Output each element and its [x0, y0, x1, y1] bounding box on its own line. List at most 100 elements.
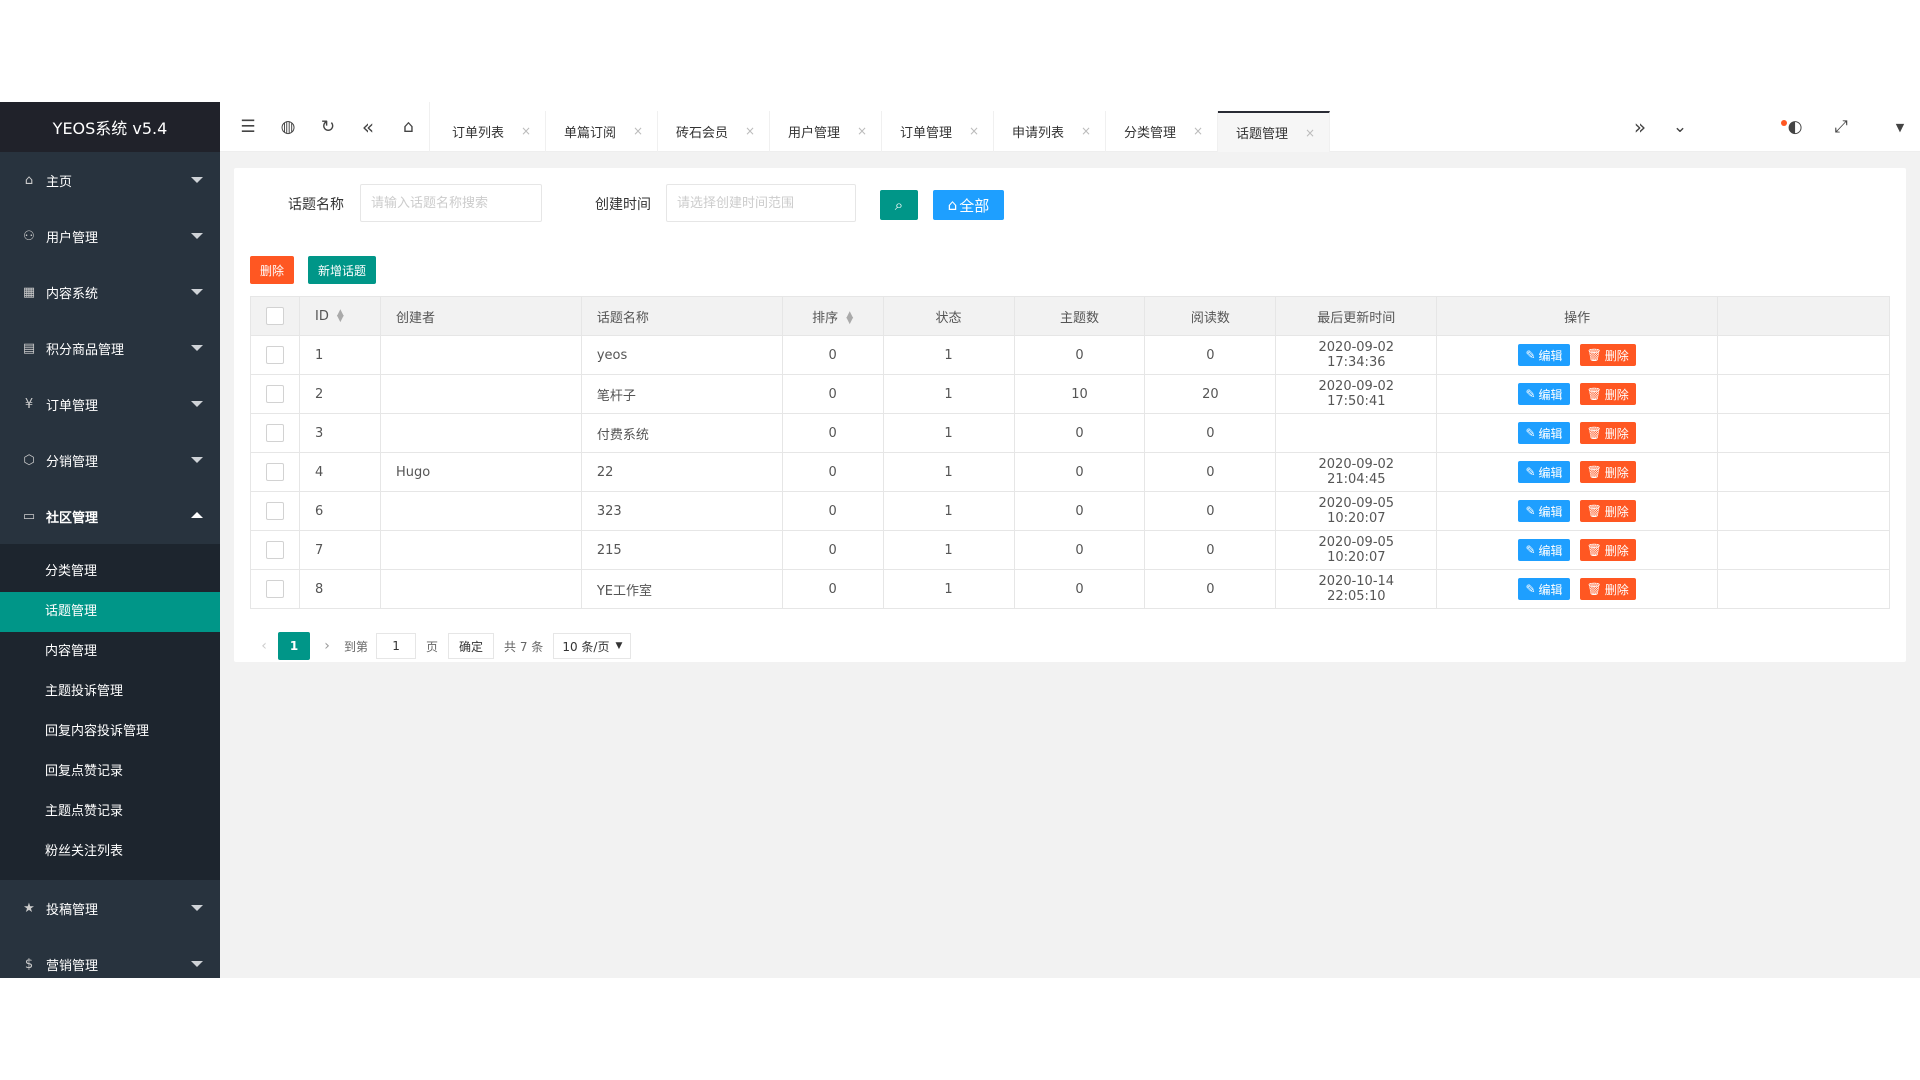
sort-icon[interactable]: ▲ ▼ [337, 309, 344, 324]
globe-icon[interactable]: ◍ [268, 102, 308, 152]
sidebar-subitem-0[interactable]: 分类管理 [0, 552, 220, 592]
goto-confirm-button[interactable]: 确定 [448, 633, 495, 659]
tab-3[interactable]: 用户管理 × [770, 111, 882, 152]
tabs-right-icon[interactable]: » [1620, 102, 1660, 152]
delete-button[interactable]: 🗑 删除 [1579, 461, 1636, 483]
close-icon[interactable]: × [521, 124, 531, 138]
search-button[interactable]: ⌕ [880, 190, 918, 220]
tabs-menu-chevron-down-icon[interactable]: ⌄ [1660, 102, 1700, 152]
table-row[interactable]: 6 323 0 1 0 0 2020-09-05 10:20:07 ✎ 编辑 🗑 删除 [250, 491, 1890, 531]
goto-label: 到第 [344, 639, 369, 654]
delete-button[interactable]: 🗑 删除 [1579, 383, 1636, 405]
edit-button[interactable]: ✎ 编辑 [1518, 578, 1570, 600]
tab-4[interactable]: 订单管理 × [882, 111, 994, 152]
row-checkbox[interactable] [266, 541, 284, 559]
edit-button[interactable]: ✎ 编辑 [1518, 344, 1570, 366]
sidebar-icon: ★ [23, 900, 35, 916]
sidebar-item-2[interactable]: ▦ 内容系统 [0, 264, 220, 320]
close-icon[interactable]: × [745, 124, 755, 138]
tab-7[interactable]: 话题管理 × [1218, 111, 1330, 152]
table-row[interactable]: 8 YE工作室 0 1 0 0 2020-10-14 22:05:10 ✎ 编辑 🗑 删除 [250, 569, 1890, 609]
edit-label: 编辑 [1538, 465, 1563, 480]
sidebar-item-6[interactable]: ▭ 社区管理 [0, 488, 220, 544]
batch-delete-button[interactable]: 删除 [250, 256, 294, 284]
close-icon[interactable]: × [633, 124, 643, 138]
table-row[interactable]: 3 付费系统 0 1 0 0 ✎ 编辑 🗑 删除 [250, 413, 1890, 453]
edit-button[interactable]: ✎ 编辑 [1518, 383, 1570, 405]
page-current[interactable]: 1 [278, 632, 310, 660]
edit-button[interactable]: ✎ 编辑 [1518, 422, 1570, 444]
sidebar-subitem-5[interactable]: 回复点赞记录 [0, 752, 220, 792]
close-icon[interactable]: × [969, 124, 979, 138]
sidebar-item-4[interactable]: ¥ 订单管理 [0, 376, 220, 432]
edit-label: 编辑 [1538, 426, 1563, 441]
row-checkbox[interactable] [266, 424, 284, 442]
tab-0[interactable]: 订单列表 × [434, 111, 546, 152]
sidebar-subitem-4[interactable]: 回复内容投诉管理 [0, 712, 220, 752]
menu-toggle-icon[interactable]: ☰ [228, 102, 268, 152]
close-icon[interactable]: × [1305, 126, 1315, 140]
delete-label: 删除 [1604, 387, 1629, 402]
header-id[interactable]: ID ▲ ▼ [299, 296, 381, 336]
home-tab-icon[interactable]: ⌂ [388, 102, 430, 152]
create-time-range-input[interactable] [666, 184, 856, 222]
table-row[interactable]: 7 215 0 1 0 0 2020-09-05 10:20:07 ✎ 编辑 🗑 删除 [250, 530, 1890, 570]
delete-button[interactable]: 🗑 删除 [1579, 344, 1636, 366]
row-checkbox[interactable] [266, 346, 284, 364]
refresh-icon[interactable]: ↻ [308, 102, 348, 152]
user-menu-caret-icon[interactable]: ▼ [1880, 102, 1920, 152]
tab-1[interactable]: 单篇订阅 × [546, 111, 658, 152]
sort-icon[interactable]: ▲ ▼ [846, 311, 853, 326]
row-checkbox[interactable] [266, 463, 284, 481]
delete-button[interactable]: 🗑 删除 [1579, 422, 1636, 444]
sidebar-item-label: 订单管理 [46, 398, 99, 414]
next-page-icon[interactable]: › [310, 632, 344, 660]
theme-palette-icon[interactable]: ◐ [1775, 102, 1815, 152]
edit-button[interactable]: ✎ 编辑 [1518, 461, 1570, 483]
close-icon[interactable]: × [1193, 124, 1203, 138]
sidebar-subitem-2[interactable]: 内容管理 [0, 632, 220, 672]
sidebar-subitem-3[interactable]: 主题投诉管理 [0, 672, 220, 712]
fullscreen-icon[interactable]: ⤢ [1821, 102, 1861, 152]
tabs-left-icon[interactable]: « [348, 102, 388, 152]
sidebar-item-0[interactable]: ⌂ 主页 [0, 152, 220, 208]
row-checkbox[interactable] [266, 385, 284, 403]
select-all-checkbox[interactable] [266, 307, 284, 325]
sidebar-item-label: 分销管理 [46, 454, 99, 470]
sidebar-subitem-7[interactable]: 粉丝关注列表 [0, 832, 220, 872]
table-row[interactable]: 1 yeos 0 1 0 0 2020-09-02 17:34:36 ✎ 编辑 🗑 删除 [250, 335, 1890, 375]
page-number-input[interactable] [376, 633, 417, 659]
row-checkbox[interactable] [266, 502, 284, 520]
delete-button[interactable]: 🗑 删除 [1579, 500, 1636, 522]
edit-button[interactable]: ✎ 编辑 [1518, 500, 1570, 522]
table-row[interactable]: 4 Hugo 22 0 1 0 0 2020-09-02 21:04:45 ✎ 编辑 🗑 删除 [250, 452, 1890, 492]
tab-2[interactable]: 砖石会员 × [658, 111, 770, 152]
sidebar-item-1[interactable]: ⚇ 用户管理 [0, 208, 220, 264]
all-button[interactable]: ⌂ 全部 [933, 190, 1004, 220]
sidebar-subitem-6[interactable]: 主题点赞记录 [0, 792, 220, 832]
prev-page-icon[interactable]: ‹ [250, 632, 278, 660]
close-icon[interactable]: × [1081, 124, 1091, 138]
sidebar-item-7[interactable]: ★ 投稿管理 [0, 880, 220, 936]
cell-select [250, 491, 300, 531]
close-icon[interactable]: × [857, 124, 867, 138]
sidebar-subitem-1[interactable]: 话题管理 [0, 592, 220, 632]
cell-operations: ✎ 编辑 🗑 删除 [1436, 374, 1719, 414]
topic-name-input[interactable] [360, 184, 542, 222]
page-size-select[interactable]: 10 条/页 ▼ [553, 633, 632, 659]
tab-6[interactable]: 分类管理 × [1106, 111, 1218, 152]
tab-5[interactable]: 申请列表 × [994, 111, 1106, 152]
app-logo[interactable]: YEOS系统 v5.4 [0, 102, 220, 152]
header-sort[interactable]: 排序 ▲ ▼ [781, 296, 884, 336]
sidebar-item-3[interactable]: ▤ 积分商品管理 [0, 320, 220, 376]
sidebar-item-5[interactable]: ⬡ 分销管理 [0, 432, 220, 488]
delete-button[interactable]: 🗑 删除 [1579, 539, 1636, 561]
delete-label: 删除 [1604, 504, 1629, 519]
delete-button[interactable]: 🗑 删除 [1579, 578, 1636, 600]
cell-topic-name: YE工作室 [580, 569, 783, 609]
row-checkbox[interactable] [266, 580, 284, 598]
table-row[interactable]: 2 笔杆子 0 1 10 20 2020-09-02 17:50:41 ✎ 编辑 🗑 删除 [250, 374, 1890, 414]
add-topic-button[interactable]: 新增话题 [308, 256, 376, 284]
sidebar-item-8[interactable]: $ 营销管理 [0, 936, 220, 978]
edit-button[interactable]: ✎ 编辑 [1518, 539, 1570, 561]
